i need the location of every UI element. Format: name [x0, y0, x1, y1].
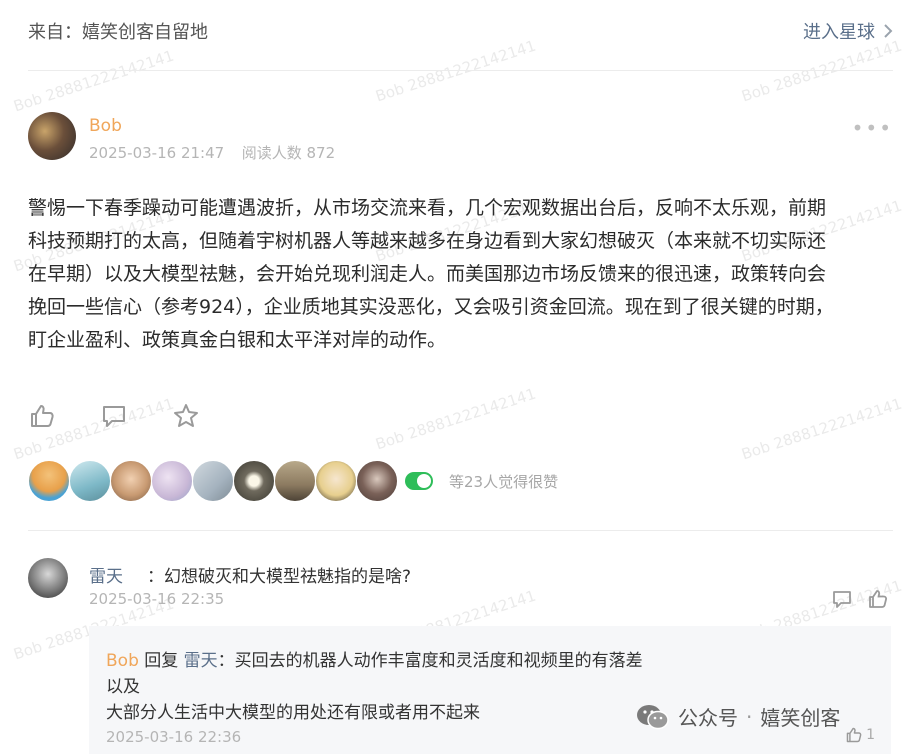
post-meta: 2025-03-16 21:47 阅读人数 872 — [89, 142, 335, 163]
liker-avatar[interactable] — [274, 460, 316, 502]
reply-line: 大部分人生活中大模型的用处还有限或者用不起来 — [106, 703, 480, 723]
comment-text: ：幻想破灭和大模型祛魅指的是啥? — [147, 567, 412, 587]
read-count: 阅读人数 872 — [241, 144, 336, 162]
comment-time: 2025-03-16 22:35 — [89, 590, 225, 608]
source-label: 来自：嬉笑创客自留地 — [28, 22, 208, 43]
reply-verb: 回复 — [138, 651, 184, 671]
enter-planet-label: 进入星球 — [803, 22, 875, 43]
comment-actions — [831, 588, 889, 610]
wechat-icon — [637, 704, 669, 729]
enter-planet-link[interactable]: 进入星球 — [803, 18, 893, 44]
content-line: 在早期）以及大模型祛魅，会开始兑现利润走人。而美国那边市场反馈来的很迅速，政策转… — [28, 263, 827, 285]
brand-account: 嬉笑创客 — [760, 706, 841, 730]
liker-avatar[interactable] — [69, 460, 111, 502]
like-icon[interactable] — [28, 402, 56, 430]
liker-avatar[interactable] — [315, 460, 357, 502]
content-line: 挽回一些信心（参考924），企业质地其实没恶化，又会吸引资金回流。现在到了很关键… — [28, 296, 834, 318]
liker-avatar[interactable] — [151, 460, 193, 502]
reply-line: 以及 — [106, 677, 140, 697]
content-line: 警惕一下春季躁动可能遭遇波折，从市场交流来看，几个宏观数据出台后，反响不太乐观，… — [28, 197, 827, 219]
top-bar: 来自：嬉笑创客自留地 进入星球 — [0, 0, 915, 70]
post-actions — [28, 402, 200, 430]
liker-avatar[interactable] — [28, 460, 70, 502]
chevron-right-icon — [884, 24, 893, 38]
reply-like-count: 1 — [866, 727, 875, 743]
brand-name: 公众号 — [678, 706, 738, 730]
liker-avatar[interactable] — [233, 460, 275, 502]
author-name[interactable]: Bob — [89, 116, 122, 136]
star-icon[interactable] — [172, 402, 200, 430]
likers-row: 等23人觉得很赞 — [28, 460, 558, 502]
divider — [28, 530, 893, 531]
like-icon[interactable] — [867, 588, 889, 610]
more-options-icon[interactable]: ••• — [852, 116, 893, 140]
watermark-text: Bob 28881222142141 — [739, 394, 905, 464]
watermark-text: Bob 28881222142141 — [373, 384, 539, 454]
likers-toggle[interactable] — [405, 472, 433, 490]
reply-icon[interactable] — [831, 588, 853, 610]
commenter-avatar[interactable] — [28, 558, 68, 598]
divider — [28, 70, 893, 71]
reply-header: Bob 回复 雷天：买回去的机器人动作丰富度和灵活度和视频里的有落差 — [106, 646, 643, 671]
reply-target[interactable]: 雷天 — [184, 651, 218, 671]
author-avatar[interactable] — [28, 112, 76, 160]
likers-count-text: 等23人觉得很赞 — [449, 472, 559, 491]
brand-separator: · — [746, 704, 753, 729]
post-date: 2025-03-16 21:47 — [89, 144, 225, 162]
liker-avatar[interactable] — [356, 460, 398, 502]
reply-text: ：买回去的机器人动作丰富度和灵活度和视频里的有落差 — [217, 651, 643, 671]
liker-avatar[interactable] — [192, 460, 234, 502]
reply-time: 2025-03-16 22:36 — [106, 728, 242, 746]
content-line: 科技预期打的太高，但随着宇树机器人等越来越多在身边看到大家幻想破灭（本来就不切实… — [28, 230, 827, 252]
reply-box: Bob 回复 雷天：买回去的机器人动作丰富度和灵活度和视频里的有落差 以及 大部… — [89, 626, 891, 754]
commenter-name[interactable]: 雷天 — [89, 562, 123, 587]
liker-avatar[interactable] — [110, 460, 152, 502]
brand-watermark: 公众号 · 嬉笑创客 — [636, 702, 840, 731]
like-icon — [846, 727, 862, 743]
reply-author[interactable]: Bob — [106, 651, 139, 671]
reply-like-button[interactable]: 1 — [845, 726, 875, 744]
comment-icon[interactable] — [100, 402, 128, 430]
content-line: 盯企业盈利、政策真金白银和太平洋对岸的动作。 — [28, 329, 447, 351]
post-content: 警惕一下春季躁动可能遭遇波折，从市场交流来看，几个宏观数据出台后，反响不太乐观，… — [28, 192, 888, 357]
